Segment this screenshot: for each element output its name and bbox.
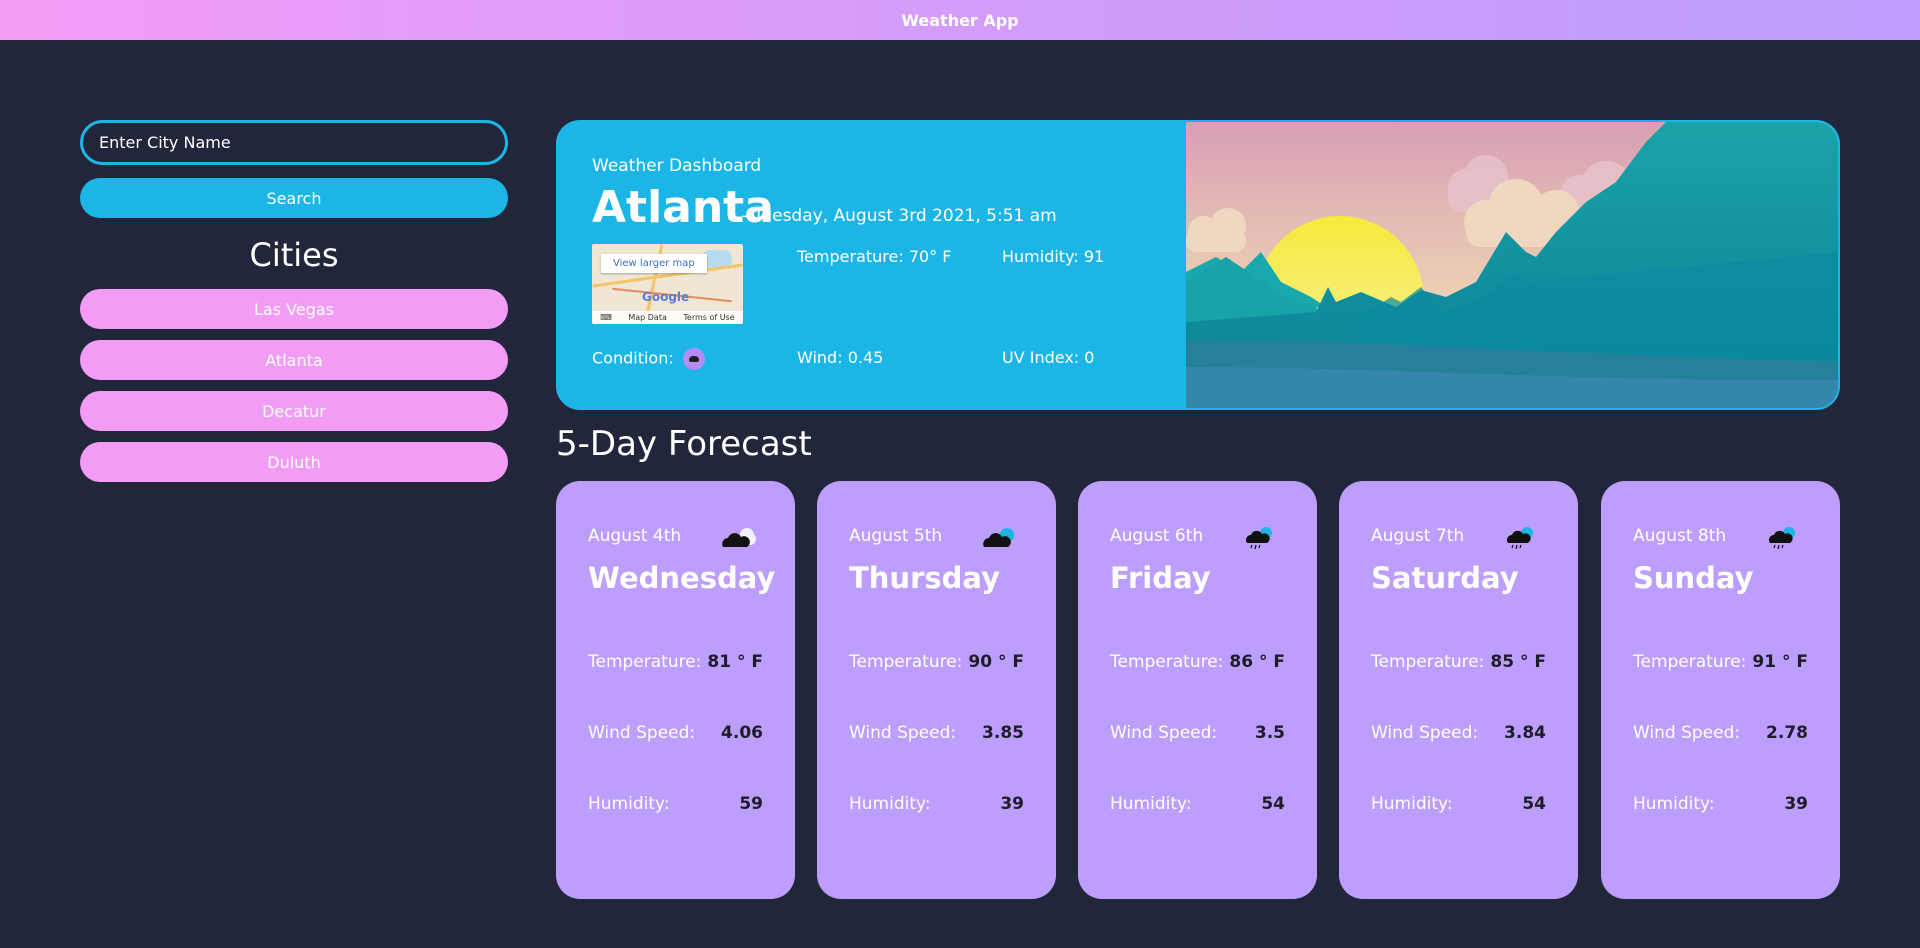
forecast-weekday: Wednesday	[588, 561, 776, 595]
city-button-decatur[interactable]: Decatur	[80, 391, 508, 431]
forecast-wind-row: Wind Speed: 3.84	[1371, 723, 1546, 743]
forecast-wind-row: Wind Speed: 3.5	[1110, 723, 1285, 743]
current-condition: Condition:	[592, 348, 705, 370]
city-search-input[interactable]	[80, 120, 508, 165]
keyboard-icon[interactable]: ⌨	[600, 313, 612, 322]
wind-speed-value: 4.06	[721, 723, 763, 743]
forecast-card: August 5th Thursday Temperature: 90 ° F …	[817, 481, 1056, 899]
humidity-value: 39	[1000, 794, 1024, 814]
terms-link[interactable]: Terms of Use	[683, 313, 734, 322]
dashboard-label: Weather Dashboard	[592, 156, 762, 176]
forecast-heading: 5-Day Forecast	[556, 424, 812, 464]
forecast-weekday: Sunday	[1633, 561, 1754, 595]
view-larger-map-link[interactable]: View larger map	[601, 254, 707, 273]
top-bar: Weather App	[0, 0, 1920, 40]
forecast-temperature-row: Temperature: 85 ° F	[1371, 652, 1546, 672]
city-button-duluth[interactable]: Duluth	[80, 442, 508, 482]
forecast-temperature-row: Temperature: 86 ° F	[1110, 652, 1285, 672]
city-button-atlanta[interactable]: Atlanta	[80, 340, 508, 380]
city-button-las-vegas[interactable]: Las Vegas	[80, 289, 508, 329]
current-weather-card: Weather Dashboard Atlanta - Tuesday, Aug…	[556, 120, 1840, 410]
humidity-label: Humidity:	[1371, 794, 1453, 814]
humidity-value: 39	[1784, 794, 1808, 814]
forecast-date: August 7th	[1371, 526, 1465, 546]
forecast-card: August 7th Saturday Temperature: 85 ° F …	[1339, 481, 1578, 899]
map-data-link[interactable]: Map Data	[628, 313, 667, 322]
forecast-date: August 8th	[1633, 526, 1727, 546]
temperature-value: 85 ° F	[1490, 652, 1546, 672]
cloud-icon	[682, 348, 705, 370]
forecast-humidity-row: Humidity: 59	[588, 794, 763, 814]
wind-speed-value: 3.5	[1254, 723, 1285, 743]
cloud-rain-sun-icon	[1246, 527, 1272, 550]
forecast-card: August 6th Friday Temperature: 86 ° F Wi…	[1078, 481, 1317, 899]
cities-heading: Cities	[249, 236, 339, 274]
google-logo: Google	[642, 290, 690, 304]
wind-speed-value: 3.84	[1504, 723, 1546, 743]
forecast-temperature-row: Temperature: 81 ° F	[588, 652, 763, 672]
search-button[interactable]: Search	[80, 178, 508, 218]
forecast-weekday: Thursday	[849, 561, 1000, 595]
forecast-humidity-row: Humidity: 54	[1371, 794, 1546, 814]
wind-speed-label: Wind Speed:	[588, 723, 696, 743]
temperature-label: Temperature:	[1371, 652, 1485, 672]
temperature-value: 91 ° F	[1752, 652, 1808, 672]
current-humidity: Humidity: 91	[1002, 247, 1105, 266]
temperature-value: 86 ° F	[1229, 652, 1285, 672]
temperature-label: Temperature:	[1110, 652, 1224, 672]
forecast-card: August 8th Sunday Temperature: 91 ° F Wi…	[1601, 481, 1840, 899]
humidity-label: Humidity:	[588, 794, 670, 814]
current-uv-index: UV Index: 0	[1002, 348, 1095, 367]
forecast-row: August 4th Wednesday Temperature: 81 ° F…	[556, 481, 1840, 899]
cloud-rain-sun-icon	[1507, 527, 1533, 550]
temperature-value: 81 ° F	[707, 652, 763, 672]
forecast-date: August 5th	[849, 526, 943, 546]
app-title: Weather App	[901, 10, 1019, 30]
humidity-label: Humidity:	[1110, 794, 1192, 814]
temperature-label: Temperature:	[849, 652, 963, 672]
humidity-value: 54	[1522, 794, 1546, 814]
current-temperature: Temperature: 70° F	[797, 247, 952, 266]
forecast-temperature-row: Temperature: 91 ° F	[1633, 652, 1808, 672]
humidity-label: Humidity:	[1633, 794, 1715, 814]
wind-speed-label: Wind Speed:	[849, 723, 957, 743]
wind-speed-value: 3.85	[982, 723, 1024, 743]
city-map[interactable]: View larger map Google ⌨ Map Data Terms …	[592, 244, 743, 324]
forecast-date: August 6th	[1110, 526, 1204, 546]
forecast-humidity-row: Humidity: 39	[849, 794, 1024, 814]
temperature-label: Temperature:	[588, 652, 702, 672]
forecast-wind-row: Wind Speed: 3.85	[849, 723, 1024, 743]
forecast-weekday: Friday	[1110, 561, 1211, 595]
temperature-value: 90 ° F	[968, 652, 1024, 672]
cloud-sun-icon	[983, 528, 1014, 547]
cloud-rain-sun-icon	[1769, 527, 1795, 550]
wind-speed-label: Wind Speed:	[1110, 723, 1218, 743]
humidity-label: Humidity:	[849, 794, 931, 814]
wind-speed-label: Wind Speed:	[1371, 723, 1479, 743]
forecast-weekday: Saturday	[1371, 561, 1519, 595]
forecast-humidity-row: Humidity: 54	[1110, 794, 1285, 814]
forecast-date: August 4th	[588, 526, 682, 546]
forecast-humidity-row: Humidity: 39	[1633, 794, 1808, 814]
condition-label: Condition:	[592, 348, 674, 368]
forecast-wind-row: Wind Speed: 4.06	[588, 723, 763, 743]
sidebar: Search Cities Las Vegas Atlanta Decatur …	[80, 120, 508, 482]
current-weather-info: Weather Dashboard Atlanta - Tuesday, Aug…	[592, 122, 1172, 408]
weather-scene-illustration	[1186, 122, 1838, 408]
cloud-sun-icon	[722, 528, 756, 547]
wind-speed-label: Wind Speed:	[1633, 723, 1741, 743]
map-footer: ⌨ Map Data Terms of Use	[592, 311, 743, 324]
current-wind: Wind: 0.45	[797, 348, 884, 367]
current-date: - Tuesday, August 3rd 2021, 5:51 am	[742, 206, 1057, 226]
forecast-wind-row: Wind Speed: 2.78	[1633, 723, 1808, 743]
wind-speed-value: 2.78	[1766, 723, 1808, 743]
humidity-value: 54	[1261, 794, 1285, 814]
forecast-temperature-row: Temperature: 90 ° F	[849, 652, 1024, 672]
temperature-label: Temperature:	[1633, 652, 1747, 672]
humidity-value: 59	[739, 794, 763, 814]
forecast-card: August 4th Wednesday Temperature: 81 ° F…	[556, 481, 795, 899]
